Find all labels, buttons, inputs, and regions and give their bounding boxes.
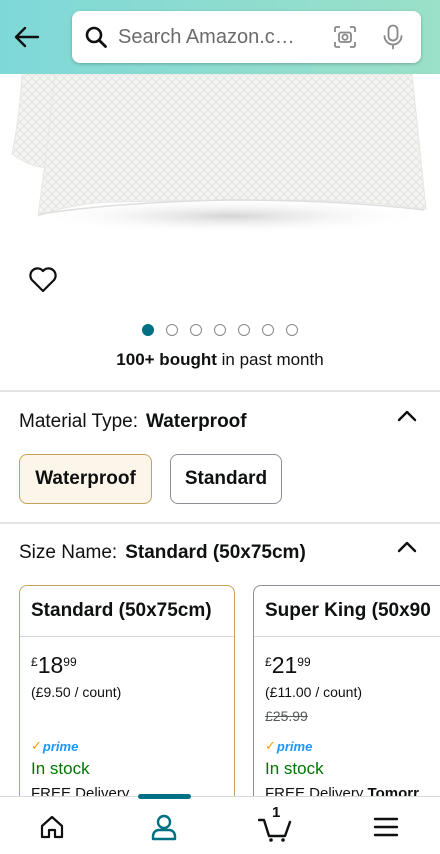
prime-label: prime	[42, 738, 79, 754]
unit-price: (£11.00 / count)	[265, 684, 363, 700]
price-currency: £	[265, 655, 272, 669]
nav-home[interactable]	[32, 807, 72, 847]
carousel-dot[interactable]	[262, 324, 274, 336]
material-type-label: Material Type:	[19, 411, 138, 432]
active-tab-indicator	[138, 794, 191, 799]
back-arrow-icon	[14, 26, 40, 48]
microphone-icon[interactable]	[379, 23, 407, 51]
account-icon	[151, 814, 177, 841]
bottom-navigation: 1	[0, 794, 440, 854]
section-divider	[0, 390, 440, 392]
size-option-card-standard[interactable]: Standard (50x75cm) £1899 (£9.50 / count)…	[19, 585, 235, 815]
price-fraction: 99	[63, 655, 77, 669]
carousel-dot[interactable]	[286, 324, 298, 336]
bought-suffix: in past month	[216, 350, 324, 369]
chevron-up-icon[interactable]	[396, 539, 418, 553]
back-button[interactable]	[10, 20, 44, 54]
prime-check-icon: ✓	[31, 738, 42, 753]
carousel-dot[interactable]	[190, 324, 202, 336]
card-divider	[20, 636, 234, 637]
nav-account[interactable]	[144, 807, 184, 847]
heart-icon[interactable]	[28, 266, 58, 294]
prime-badge: ✓ prime	[31, 738, 78, 754]
carousel-dot[interactable]	[142, 324, 154, 336]
carousel-dot[interactable]	[214, 324, 226, 336]
section-divider	[0, 522, 440, 524]
carousel-dot[interactable]	[166, 324, 178, 336]
carousel-dot[interactable]	[238, 324, 250, 336]
unit-price: (£9.50 / count)	[31, 684, 122, 700]
price-fraction: 99	[297, 655, 311, 669]
top-bar	[0, 0, 440, 74]
camera-scan-icon[interactable]	[331, 23, 359, 51]
material-option-standard[interactable]: Standard	[170, 454, 282, 504]
prime-label: prime	[276, 738, 313, 754]
product-image[interactable]	[0, 74, 440, 254]
prime-badge: ✓ prime	[265, 738, 312, 754]
size-name-value: Standard (50x75cm)	[125, 542, 306, 563]
price: £1899	[31, 652, 77, 679]
search-input[interactable]	[118, 17, 318, 57]
price-whole: 18	[37, 652, 64, 678]
search-icon	[82, 23, 110, 51]
size-name-heading: Size Name: Standard (50x75cm)	[19, 542, 306, 564]
stock-status: In stock	[265, 759, 324, 778]
price-whole: 21	[271, 652, 298, 678]
chevron-up-icon[interactable]	[396, 408, 418, 422]
prime-check-icon: ✓	[265, 738, 276, 753]
material-type-heading: Material Type: Waterproof	[19, 411, 247, 433]
price-currency: £	[31, 655, 38, 669]
price: £2199	[265, 652, 311, 679]
home-icon	[40, 815, 64, 839]
size-option-card-super-king[interactable]: Super King (50x90 £2199 (£11.00 / count)…	[253, 585, 440, 815]
bought-count: 100+ bought	[116, 350, 217, 369]
material-type-value: Waterproof	[145, 411, 247, 432]
cart-count-badge: 1	[272, 804, 281, 821]
image-carousel-dots[interactable]	[0, 324, 440, 338]
size-name-label: Size Name:	[19, 542, 118, 563]
hamburger-menu-icon	[373, 817, 399, 837]
list-price: £25.99	[265, 708, 308, 724]
material-option-waterproof[interactable]: Waterproof	[19, 454, 152, 504]
nav-menu[interactable]	[366, 807, 406, 847]
bought-in-past-month: 100+ bought in past month	[0, 350, 440, 370]
size-option-title: Super King (50x90	[265, 600, 431, 621]
card-divider	[254, 636, 440, 637]
size-option-title: Standard (50x75cm)	[31, 600, 212, 621]
search-box[interactable]	[72, 11, 421, 63]
stock-status: In stock	[31, 759, 90, 778]
